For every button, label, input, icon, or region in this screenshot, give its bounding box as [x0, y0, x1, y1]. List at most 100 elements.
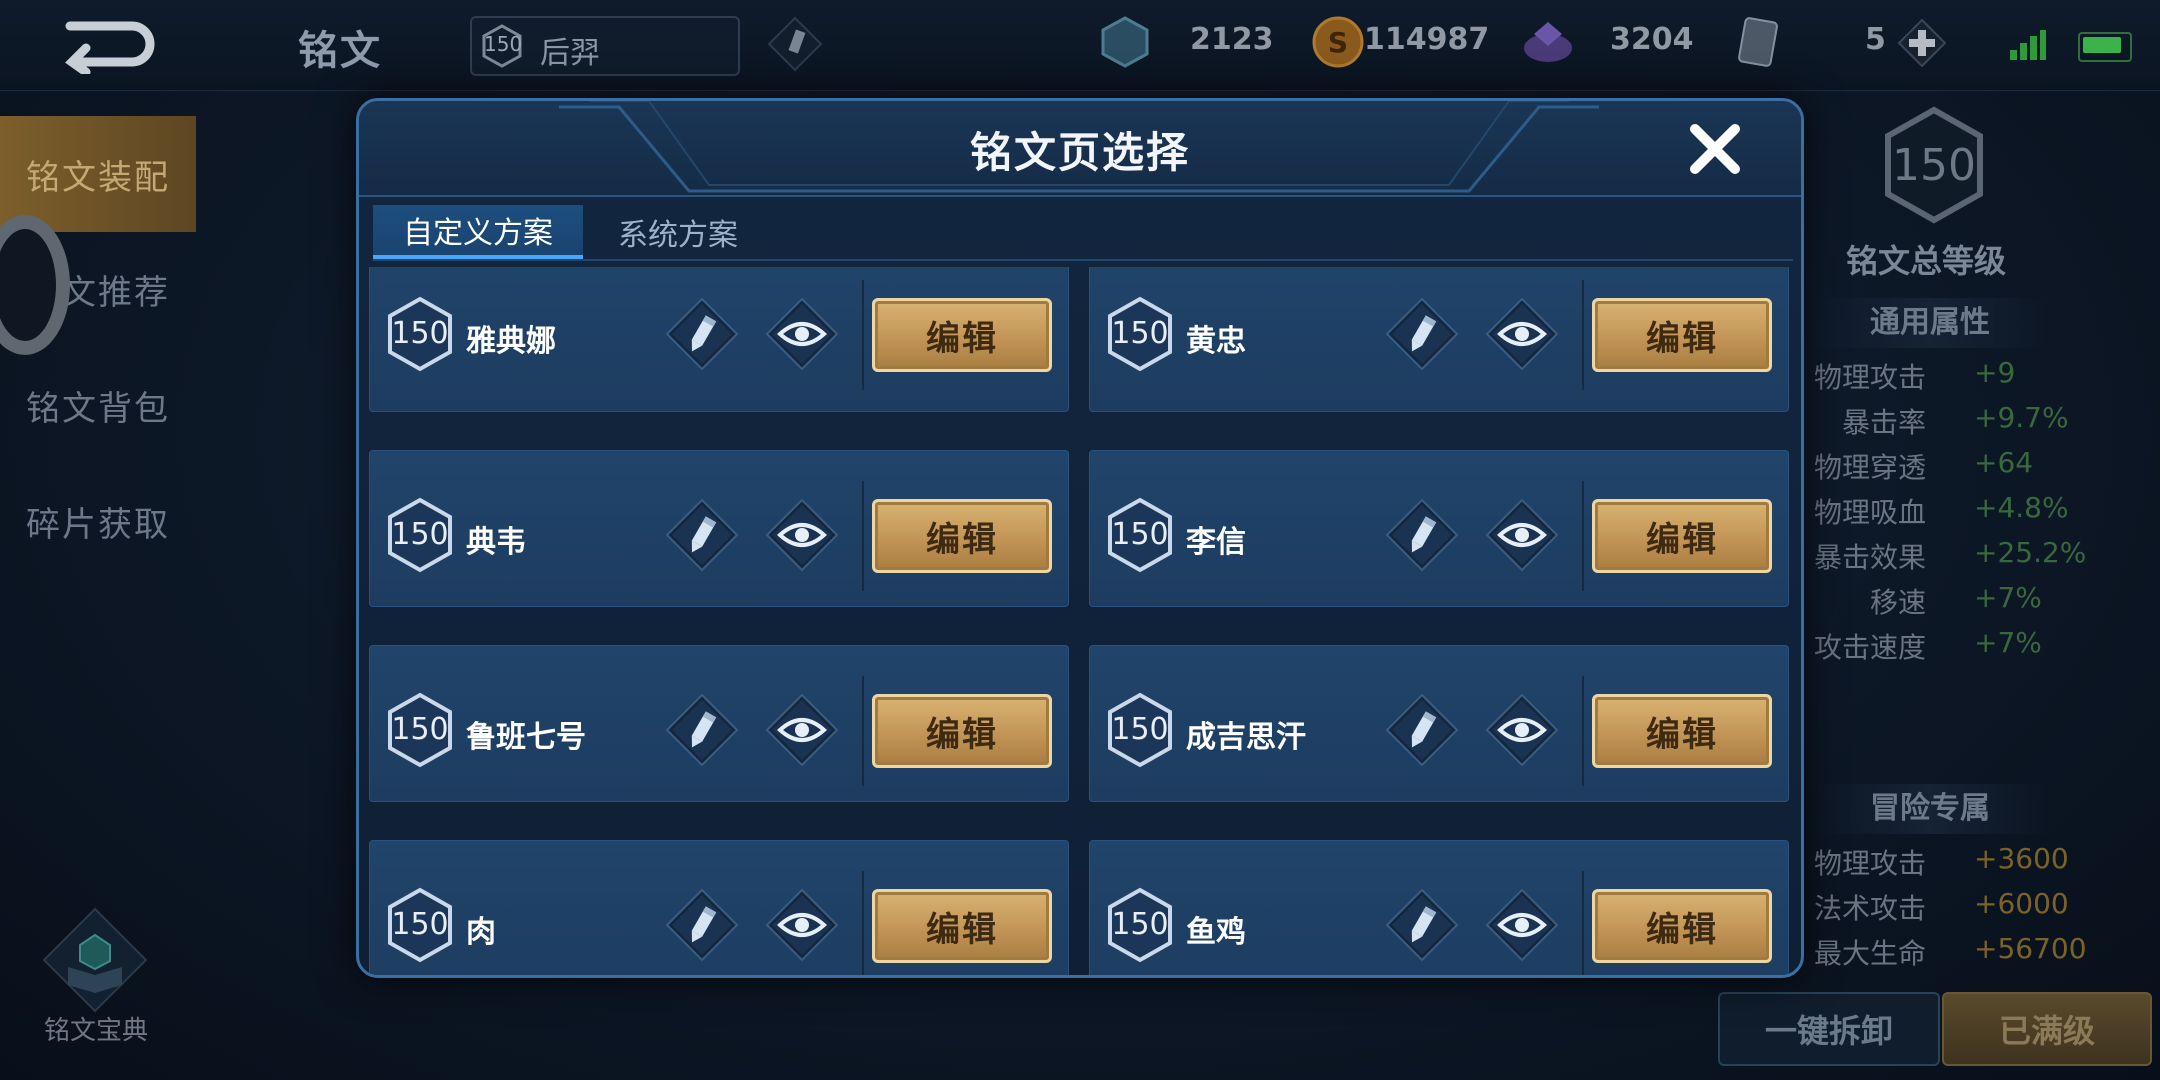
card-icon — [1738, 17, 1778, 67]
edit-button[interactable]: 编辑 — [872, 499, 1052, 573]
rune-page-card[interactable]: 150 雅典娜 编辑 — [369, 267, 1069, 412]
preview-eye-icon[interactable] — [764, 296, 840, 372]
rename-pencil-icon[interactable] — [765, 14, 825, 74]
stat-name: 物理攻击 — [1813, 361, 1926, 394]
divider — [1582, 871, 1584, 975]
preview-eye-icon[interactable] — [764, 887, 840, 963]
sidebar-item-bag[interactable]: 铭文背包 — [0, 350, 198, 460]
tab-custom-plans[interactable]: 自定义方案 — [373, 205, 583, 259]
divider — [1582, 280, 1584, 390]
page-name: 黄忠 — [1186, 324, 1246, 359]
stat-value: +64 — [1974, 446, 2034, 479]
rune-page-card[interactable]: 150 李信 编辑 — [1089, 450, 1789, 607]
stat-value: +3600 — [1974, 842, 2069, 875]
codex-book-icon[interactable] — [40, 905, 150, 1015]
stat-name: 物理攻击 — [1813, 847, 1926, 880]
page-level: 150 — [1111, 517, 1169, 552]
stat-name: 法术攻击 — [1813, 892, 1926, 925]
card-count: 5 — [1865, 22, 1886, 57]
stat-name: 物理吸血 — [1813, 496, 1926, 529]
signal-icon — [2010, 30, 2046, 60]
gem-icon — [1524, 22, 1572, 62]
page-level: 150 — [1111, 316, 1169, 351]
hero-name: 后羿 — [540, 36, 600, 71]
gem-count: 3204 — [1610, 22, 1694, 57]
rename-pencil-icon[interactable] — [664, 887, 740, 963]
rune-page-card[interactable]: 150 鲁班七号 编辑 — [369, 645, 1069, 802]
stat-value: +6000 — [1974, 887, 2069, 920]
stat-name: 暴击率 — [1841, 406, 1926, 439]
sidebar-item-fragments[interactable]: 碎片获取 — [0, 466, 198, 576]
page-name: 雅典娜 — [466, 324, 556, 359]
page-level: 150 — [391, 712, 449, 747]
gold-coin-icon: S — [1312, 16, 1364, 68]
total-level-label: 铭文总等级 — [1846, 242, 2007, 280]
maxed-button[interactable]: 已满级 — [1942, 992, 2152, 1066]
edit-button[interactable]: 编辑 — [1592, 889, 1772, 963]
divider — [1582, 676, 1584, 786]
stat-value: +7% — [1974, 626, 2042, 659]
adventure-stats-header: 冒险专属 — [1810, 784, 2050, 834]
edit-button[interactable]: 编辑 — [872, 298, 1052, 372]
dismantle-all-button[interactable]: 一键拆卸 — [1718, 992, 1940, 1066]
page-name: 李信 — [1186, 525, 1246, 560]
dialog-header: 铭文页选择 — [359, 101, 1801, 197]
rename-pencil-icon[interactable] — [664, 296, 740, 372]
tab-system-plans[interactable]: 系统方案 — [593, 205, 763, 259]
crystal-icon — [1101, 16, 1149, 68]
dialog-tabs: 自定义方案 系统方案 — [373, 205, 1793, 261]
battery-icon — [2078, 32, 2132, 62]
stat-name: 暴击效果 — [1813, 541, 1926, 574]
rune-page-card[interactable]: 150 黄忠 编辑 — [1089, 267, 1789, 412]
close-icon[interactable] — [1685, 119, 1745, 179]
svg-text:S: S — [1328, 26, 1348, 59]
divider — [862, 481, 864, 591]
stat-name: 物理穿透 — [1813, 451, 1926, 484]
hero-selector[interactable]: 150 后羿 — [470, 16, 740, 76]
divider — [862, 676, 864, 786]
rune-page-list[interactable]: 150 雅典娜 编辑 150 黄忠 编辑 150 典韦 编辑 150 李信 编辑 150 鲁班七号 编辑 15… — [369, 267, 1795, 975]
back-arrow-icon[interactable] — [50, 14, 160, 74]
stat-value: +9.7% — [1974, 401, 2069, 434]
preview-eye-icon[interactable] — [1484, 887, 1560, 963]
stat-value: +7% — [1974, 581, 2042, 614]
preview-eye-icon[interactable] — [1484, 692, 1560, 768]
rename-pencil-icon[interactable] — [664, 497, 740, 573]
preview-eye-icon[interactable] — [764, 497, 840, 573]
edit-button[interactable]: 编辑 — [1592, 694, 1772, 768]
rune-page-card[interactable]: 150 典韦 编辑 — [369, 450, 1069, 607]
page-level: 150 — [1111, 712, 1169, 747]
preview-eye-icon[interactable] — [764, 692, 840, 768]
rename-pencil-icon[interactable] — [1384, 692, 1460, 768]
gold-count: 114987 — [1364, 22, 1490, 57]
rename-pencil-icon[interactable] — [1384, 497, 1460, 573]
edit-button[interactable]: 编辑 — [1592, 499, 1772, 573]
page-title: 铭文 — [298, 28, 382, 74]
top-bar: 铭文 150 后羿 2123 S 114987 3204 5 — [0, 0, 2160, 91]
page-level: 150 — [391, 517, 449, 552]
stat-name: 最大生命 — [1813, 937, 1926, 970]
preview-eye-icon[interactable] — [1484, 296, 1560, 372]
page-level: 150 — [391, 316, 449, 351]
page-name: 鲁班七号 — [466, 720, 586, 755]
stat-name: 移速 — [1869, 586, 1926, 619]
rename-pencil-icon[interactable] — [664, 692, 740, 768]
edit-button[interactable]: 编辑 — [872, 889, 1052, 963]
edit-button[interactable]: 编辑 — [872, 694, 1052, 768]
rune-page-card[interactable]: 150 鱼鸡 编辑 — [1089, 840, 1789, 975]
stat-value: +25.2% — [1974, 536, 2087, 569]
add-plus-icon[interactable] — [1897, 18, 1947, 68]
rune-page-card[interactable]: 150 肉 编辑 — [369, 840, 1069, 975]
page-name: 典韦 — [466, 525, 526, 560]
dialog-title: 铭文页选择 — [969, 128, 1190, 177]
preview-eye-icon[interactable] — [1484, 497, 1560, 573]
divider — [1582, 481, 1584, 591]
hero-level: 150 — [484, 32, 523, 56]
page-level: 150 — [391, 907, 449, 942]
edit-button[interactable]: 编辑 — [1592, 298, 1772, 372]
page-name: 成吉思汗 — [1186, 720, 1306, 755]
rename-pencil-icon[interactable] — [1384, 887, 1460, 963]
divider — [862, 871, 864, 975]
rune-page-card[interactable]: 150 成吉思汗 编辑 — [1089, 645, 1789, 802]
rename-pencil-icon[interactable] — [1384, 296, 1460, 372]
